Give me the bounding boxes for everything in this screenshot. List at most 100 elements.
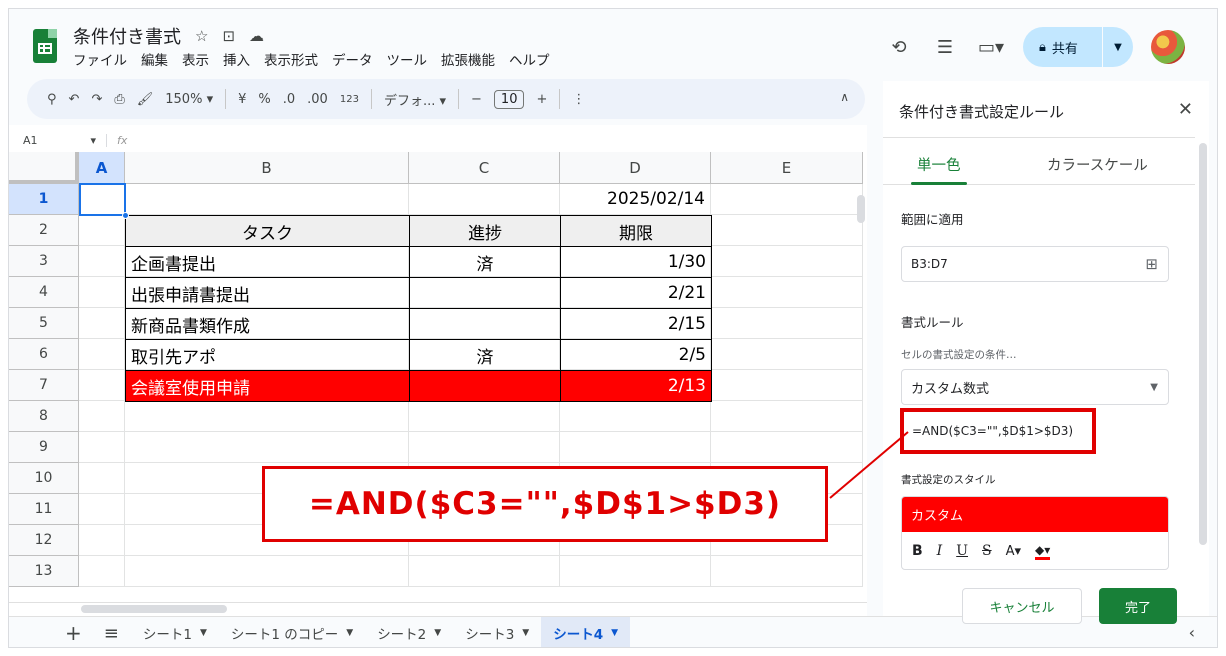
style-preview[interactable]: カスタム <box>902 497 1168 532</box>
more-options-icon[interactable]: ⋮ <box>572 92 585 107</box>
grid-cell[interactable] <box>711 432 863 463</box>
grid-cell[interactable] <box>79 277 125 308</box>
grid-cell[interactable] <box>125 556 409 587</box>
italic-icon[interactable]: I <box>937 543 943 559</box>
undo-icon[interactable]: ↶ <box>69 92 80 107</box>
sheet-tab[interactable]: シート3 ▼ <box>465 623 529 643</box>
strikethrough-icon[interactable]: S <box>982 543 992 559</box>
history-icon[interactable]: ⟲ <box>885 33 913 61</box>
increase-decimal-button[interactable]: .00 <box>307 92 328 107</box>
font-size-input[interactable]: 10 <box>493 89 525 109</box>
grid-cell[interactable] <box>560 401 711 432</box>
row-header[interactable]: 8 <box>9 401 79 432</box>
table-cell[interactable]: 出張申請書提出 <box>125 277 410 309</box>
currency-button[interactable]: ¥ <box>238 92 246 107</box>
select-range-icon[interactable]: ⊞ <box>1145 255 1158 273</box>
row-header[interactable]: 10 <box>9 463 79 494</box>
sheet-tab-active[interactable]: シート4 ▼ <box>541 616 631 647</box>
font-size-increase-button[interactable]: + <box>536 92 547 107</box>
cancel-button[interactable]: キャンセル <box>962 588 1082 624</box>
cloud-status-icon[interactable]: ☁ <box>249 27 264 45</box>
redo-icon[interactable]: ↷ <box>91 92 102 107</box>
row-header[interactable]: 2 <box>9 215 79 246</box>
grid-cell[interactable] <box>711 277 863 308</box>
row-header[interactable]: 11 <box>9 494 79 525</box>
sheet-tab[interactable]: シート1 のコピー ▼ <box>231 623 353 643</box>
table-header-progress[interactable]: 進捗 <box>409 215 561 247</box>
menu-edit[interactable]: 編集 <box>141 49 168 69</box>
grid-cell[interactable] <box>125 432 409 463</box>
sheet-tab[interactable]: シート1 ▼ <box>143 623 207 643</box>
grid-cell[interactable] <box>79 215 125 246</box>
collapse-side-panel-icon[interactable]: ‹ <box>1189 623 1195 642</box>
paint-format-icon[interactable]: 🖌︎ <box>137 92 154 107</box>
menu-insert[interactable]: 挿入 <box>223 49 250 69</box>
avatar[interactable] <box>1151 30 1185 64</box>
column-header-a[interactable]: A <box>79 152 125 184</box>
zoom-select[interactable]: 150% ▾ <box>165 92 213 107</box>
table-cell[interactable]: 2/21 <box>560 277 712 309</box>
meet-icon[interactable]: ▭▾ <box>977 33 1005 61</box>
tab-single-color[interactable]: 単一色 <box>911 154 966 185</box>
menu-tools[interactable]: ツール <box>387 49 428 69</box>
menu-data[interactable]: データ <box>332 49 373 69</box>
grid-cell[interactable] <box>711 246 863 277</box>
share-button[interactable]: 🔒︎ 共有 ▼ <box>1023 27 1133 67</box>
grid-cell[interactable] <box>79 308 125 339</box>
grid-cell[interactable] <box>560 556 711 587</box>
grid-cell[interactable] <box>125 184 409 215</box>
grid-cell[interactable] <box>409 401 560 432</box>
comments-icon[interactable]: ☰ <box>931 33 959 61</box>
menu-view[interactable]: 表示 <box>182 49 209 69</box>
table-cell[interactable]: 2/15 <box>560 308 712 340</box>
range-input[interactable]: B3:D7 ⊞ <box>901 246 1169 282</box>
table-cell[interactable]: 企画書提出 <box>125 246 410 278</box>
table-cell[interactable]: 1/30 <box>560 246 712 278</box>
grid-cell[interactable] <box>79 370 125 401</box>
grid-cell[interactable] <box>79 494 125 525</box>
vertical-scrollbar[interactable] <box>857 195 865 223</box>
grid-cell[interactable] <box>711 556 863 587</box>
close-icon[interactable]: ✕ <box>1178 99 1193 120</box>
move-folder-icon[interactable]: ⊡ <box>222 27 235 45</box>
collapse-menu-icon[interactable]: ∧ <box>840 90 849 104</box>
column-header-c[interactable]: C <box>409 152 560 184</box>
table-cell[interactable] <box>409 277 561 309</box>
print-icon[interactable]: ⎙ <box>114 92 124 107</box>
fill-handle[interactable] <box>122 212 129 219</box>
grid-cell[interactable] <box>711 215 863 246</box>
row-header[interactable]: 5 <box>9 308 79 339</box>
table-header-task[interactable]: タスク <box>125 215 410 247</box>
grid-cell[interactable] <box>409 556 560 587</box>
grid-cell[interactable] <box>79 246 125 277</box>
row-header[interactable]: 6 <box>9 339 79 370</box>
column-header-d[interactable]: D <box>560 152 711 184</box>
number-format-button[interactable]: 123 <box>340 94 359 105</box>
column-header-e[interactable]: E <box>711 152 863 184</box>
fill-color-icon[interactable]: ◆▾ <box>1035 543 1051 560</box>
doc-title[interactable]: 条件付き書式 <box>73 23 181 49</box>
table-cell[interactable] <box>409 308 561 340</box>
decrease-decimal-button[interactable]: .0 <box>283 92 295 107</box>
font-select[interactable]: デフォ... ▾ <box>384 90 446 109</box>
done-button[interactable]: 完了 <box>1099 588 1177 624</box>
select-all-corner[interactable] <box>9 152 79 184</box>
font-size-decrease-button[interactable]: − <box>471 92 482 107</box>
table-cell-highlighted[interactable]: 会議室使用申請 <box>125 370 410 402</box>
grid-cell[interactable] <box>409 432 560 463</box>
row-header[interactable]: 7 <box>9 370 79 401</box>
grid-cell[interactable] <box>79 339 125 370</box>
grid-cell[interactable] <box>79 525 125 556</box>
sheets-logo-icon[interactable] <box>33 29 57 63</box>
grid-cell[interactable] <box>560 432 711 463</box>
add-sheet-icon[interactable]: + <box>65 621 82 645</box>
menu-extensions[interactable]: 拡張機能 <box>441 49 495 69</box>
grid-cell[interactable] <box>125 401 409 432</box>
condition-select[interactable]: カスタム数式 ▼ <box>901 369 1169 405</box>
row-header[interactable]: 9 <box>9 432 79 463</box>
grid-cell[interactable] <box>711 370 863 401</box>
text-color-icon[interactable]: A▾ <box>1006 544 1021 559</box>
table-cell-highlighted[interactable] <box>409 370 561 402</box>
search-icon[interactable]: ⚲ <box>47 92 57 107</box>
tab-color-scale[interactable]: カラースケール <box>1047 154 1148 175</box>
